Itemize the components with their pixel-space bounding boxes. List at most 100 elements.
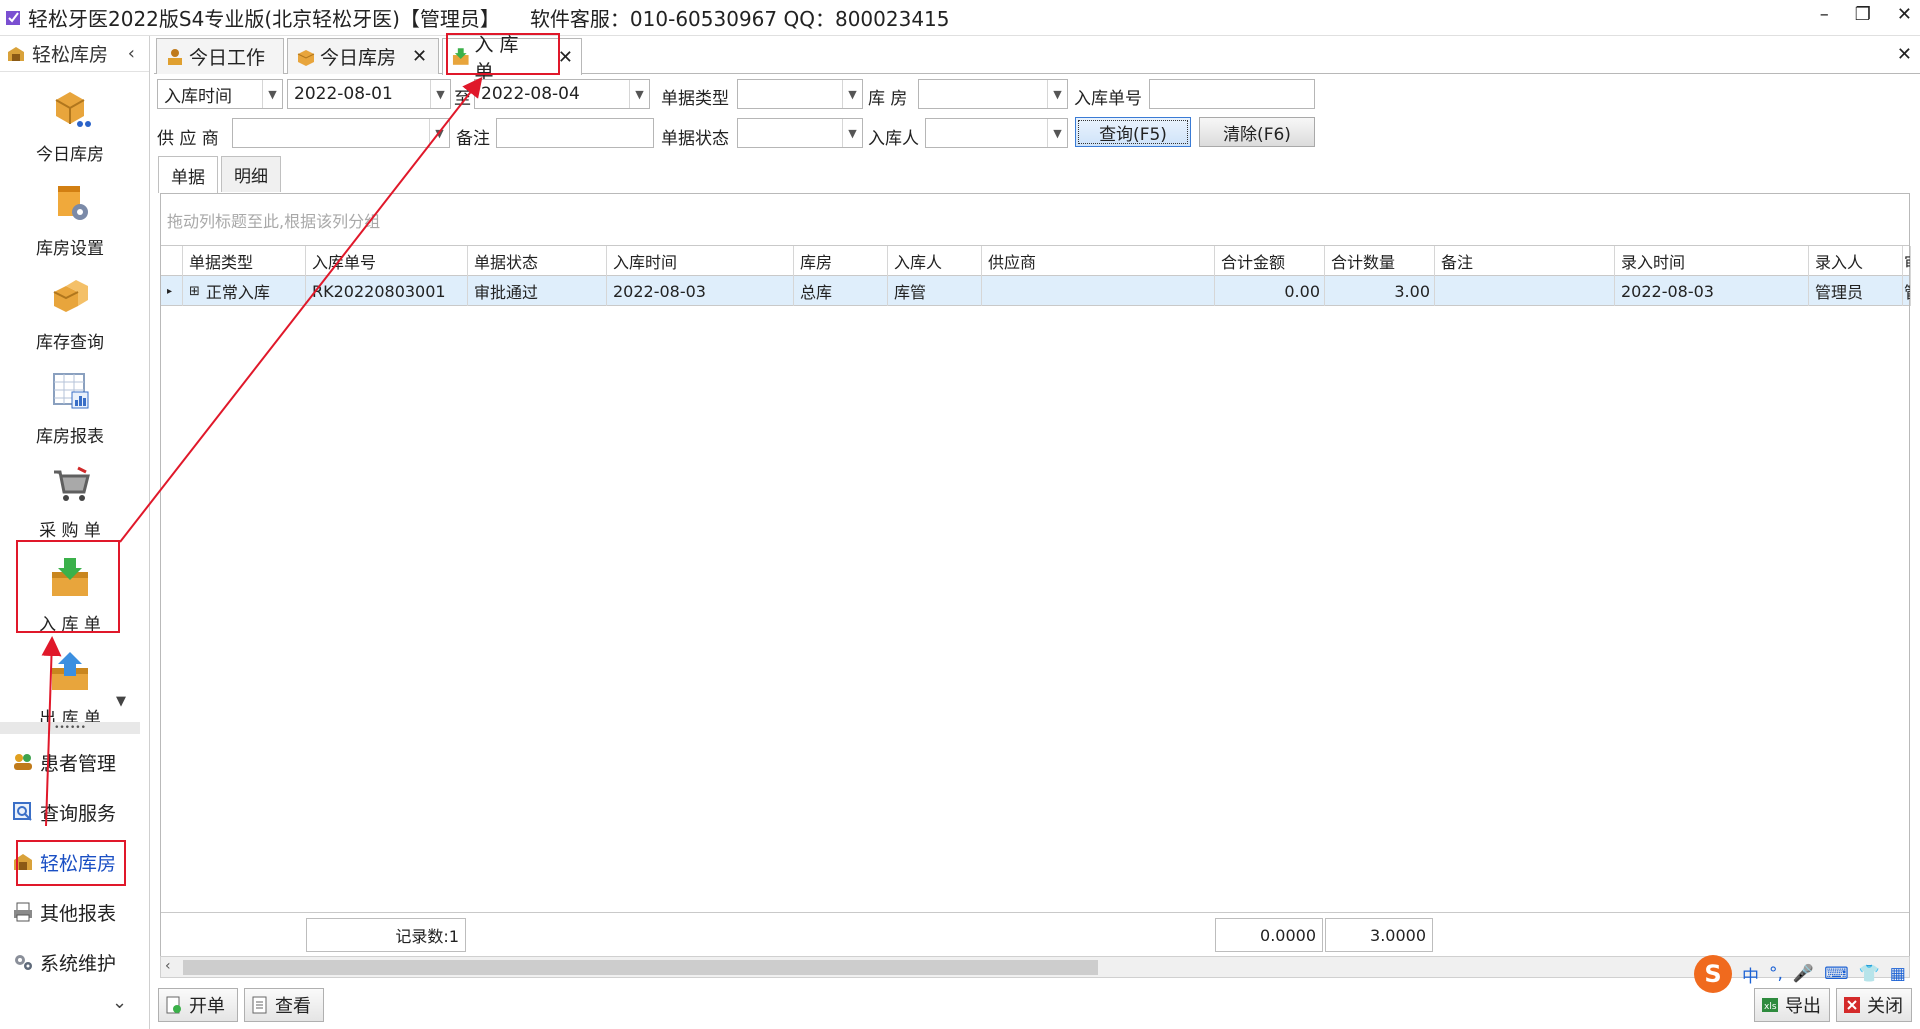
sidebar-more-button[interactable]: ⌄	[112, 992, 127, 1013]
new-document-icon	[166, 996, 181, 1014]
tab-today-warehouse[interactable]: 今日库房 ✕	[287, 38, 439, 74]
column-header[interactable]: 合计数量	[1325, 246, 1435, 276]
date-from-picker[interactable]: 2022-08-01 ▼	[287, 79, 451, 109]
ime-logo[interactable]: S	[1694, 955, 1732, 993]
export-label: 导出	[1785, 996, 1821, 1017]
minimize-button[interactable]: –	[1820, 4, 1829, 25]
operator-select[interactable]: ▼	[925, 118, 1068, 148]
doc-no-input[interactable]	[1149, 79, 1315, 109]
sidebar-item-query-service[interactable]: 查询服务	[0, 792, 140, 832]
title-bar: 轻松牙医2022版S4专业版(北京轻松牙医)【管理员】 软件客服：010-605…	[0, 0, 1920, 36]
data-grid: 拖动列标题至此,根据该列分组 单据类型 入库单号 单据状态 入库时间 库房 入库…	[160, 193, 1911, 965]
sidebar-tile-purchase-order[interactable]: 采 购 单	[0, 458, 140, 552]
remark-input[interactable]	[496, 118, 654, 148]
doc-type-select[interactable]: ▼	[737, 79, 863, 109]
tab-today-work[interactable]: 今日工作	[156, 38, 284, 74]
column-header[interactable]: 单据状态	[468, 246, 607, 276]
sidebar-tile-warehouse-settings[interactable]: 库房设置	[0, 176, 140, 270]
view-button[interactable]: 查看	[244, 988, 324, 1022]
sidebar-item-patients[interactable]: 患者管理	[0, 742, 140, 782]
column-header[interactable]: 备注	[1435, 246, 1615, 276]
sidebar-item-other-reports[interactable]: 其他报表	[0, 892, 140, 932]
column-header[interactable]: 单据类型	[183, 246, 306, 276]
date-to-picker[interactable]: 2022-08-04 ▼	[474, 79, 650, 109]
warehouse-settings-icon	[58, 186, 88, 220]
to-label: 至	[454, 89, 471, 109]
supplier-select[interactable]: ▼	[232, 118, 450, 148]
boxes-cart-icon	[55, 92, 91, 127]
expand-icon[interactable]: ⊞	[189, 284, 200, 299]
table-cell: ⊞ 正常入库	[183, 276, 306, 306]
column-header[interactable]: 录入人	[1809, 246, 1903, 276]
quantity-total: 3.0000	[1325, 918, 1433, 952]
column-header[interactable]: 审	[1903, 246, 1911, 276]
sidebar-item-label: 其他报表	[40, 902, 117, 925]
amount-total: 0.0000	[1215, 918, 1323, 952]
group-by-hint: 拖动列标题至此,根据该列分组	[167, 211, 381, 231]
chevron-down-icon: ▼	[429, 119, 449, 147]
tab-close-button[interactable]: ✕	[558, 47, 573, 68]
clear-button[interactable]: 清除(F6)	[1199, 117, 1315, 147]
close-all-tabs-button[interactable]: ✕	[1897, 44, 1912, 65]
column-header[interactable]: 供应商	[982, 246, 1215, 276]
keyboard-icon[interactable]: ⌨	[1824, 964, 1849, 984]
sidebar-tile-today-warehouse[interactable]: 今日库房	[0, 82, 140, 176]
tab-close-button[interactable]: ✕	[412, 46, 427, 67]
scroll-left-icon[interactable]: ‹	[165, 958, 171, 974]
status-label: 单据状态	[661, 129, 729, 149]
sidebar-item-label: 患者管理	[40, 752, 117, 775]
highlight-box-inbound-tab	[446, 33, 560, 75]
ime-punct-toggle[interactable]: °,	[1769, 964, 1783, 984]
sidebar-tile-warehouse-report[interactable]: 库房报表	[0, 364, 140, 458]
column-header[interactable]: 合计金额	[1215, 246, 1325, 276]
sidebar-collapse-button[interactable]: ‹	[128, 43, 135, 64]
report-chart-icon	[53, 373, 89, 409]
person-desk-icon	[168, 48, 182, 65]
column-header[interactable]: 录入时间	[1615, 246, 1809, 276]
row-indicator-icon: ▸	[161, 276, 183, 306]
chevron-down-icon: ▼	[1047, 119, 1067, 147]
sidebar-splitter[interactable]: ••••••	[0, 722, 140, 734]
close-window-button[interactable]: ✕	[1897, 4, 1912, 25]
svg-text:xls: xls	[1764, 1002, 1777, 1012]
sidebar-tile-label: 采 购 单	[39, 521, 101, 541]
chevron-down-icon: ▼	[629, 80, 649, 108]
group-by-panel[interactable]: 拖动列标题至此,根据该列分组	[161, 194, 1909, 246]
subtab-documents[interactable]: 单据	[158, 156, 218, 193]
query-button[interactable]: 查询(F5)	[1075, 117, 1191, 147]
date-type-select[interactable]: 入库时间 ▼	[157, 79, 283, 109]
gears-icon	[15, 955, 32, 970]
table-cell: RK20220803001	[306, 276, 468, 306]
subtab-details[interactable]: 明细	[221, 156, 281, 192]
column-header[interactable]: 入库单号	[306, 246, 468, 276]
column-header[interactable]: 入库时间	[607, 246, 794, 276]
excel-export-icon: xls	[1762, 998, 1778, 1012]
operator-label: 入库人	[868, 129, 919, 149]
scrollbar-thumb[interactable]	[183, 960, 1098, 975]
warehouse-select[interactable]: ▼	[918, 79, 1068, 109]
chevron-down-icon: ▼	[1047, 80, 1067, 108]
restore-button[interactable]: ❐	[1855, 4, 1871, 25]
tiles-more-chevron[interactable]: ▼	[116, 694, 126, 709]
highlight-box-inbound-tile	[16, 540, 120, 633]
column-header[interactable]: 入库人	[888, 246, 982, 276]
sidebar-tile-stock-query[interactable]: 库存查询	[0, 270, 140, 364]
outbound-tray-icon	[52, 652, 88, 690]
export-button[interactable]: xls 导出	[1754, 988, 1830, 1022]
horizontal-scrollbar[interactable]: ‹	[160, 956, 1910, 978]
table-cell: 总库	[794, 276, 888, 306]
new-order-button[interactable]: 开单	[158, 988, 238, 1022]
table-row[interactable]: ▸ ⊞ 正常入库 RK20220803001 审批通过 2022-08-03 总库…	[161, 276, 1911, 306]
doc-type-label: 单据类型	[661, 89, 729, 109]
ime-lang-toggle[interactable]: 中	[1742, 962, 1759, 987]
skin-icon[interactable]: 👕	[1859, 964, 1880, 984]
status-select[interactable]: ▼	[737, 118, 863, 148]
column-header[interactable]: 库房	[794, 246, 888, 276]
microphone-icon[interactable]: 🎤	[1793, 964, 1814, 984]
sidebar-item-label: 查询服务	[40, 802, 117, 825]
grid-menu-icon[interactable]: ▦	[1890, 964, 1906, 984]
table-cell: 管	[1903, 276, 1911, 306]
sidebar-header-label: 轻松库房	[32, 44, 109, 66]
sidebar-item-system-maintenance[interactable]: 系统维护	[0, 942, 140, 982]
close-button[interactable]: 关闭	[1836, 988, 1912, 1022]
